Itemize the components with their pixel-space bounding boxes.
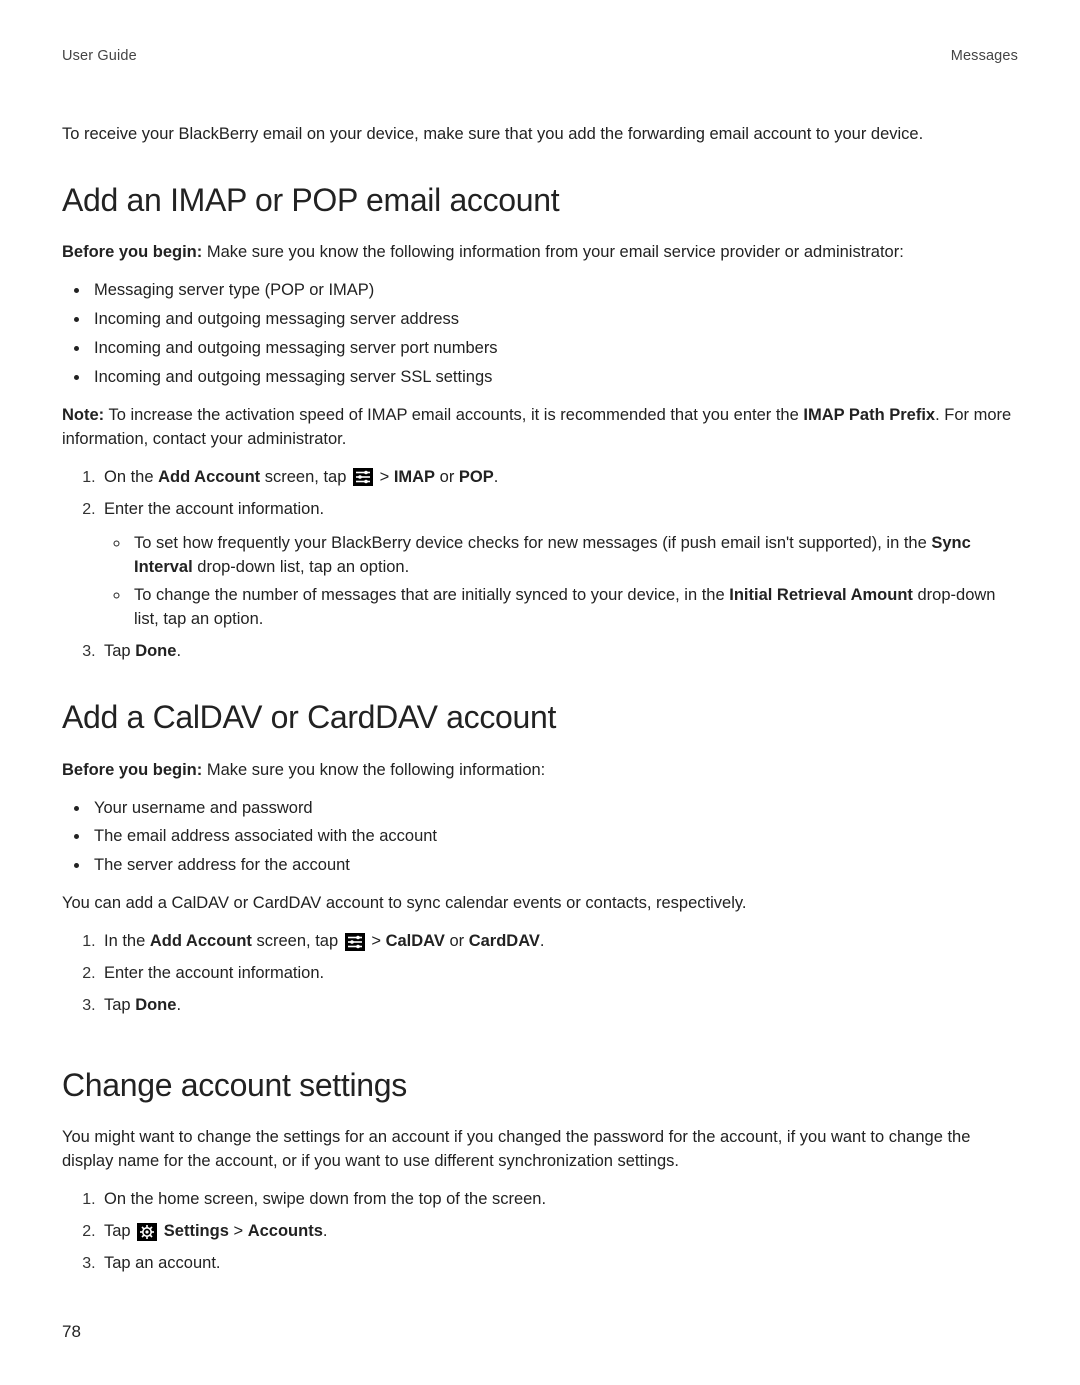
- list-item: Incoming and outgoing messaging server S…: [90, 366, 1018, 390]
- header-right: Messages: [951, 46, 1018, 67]
- page-header: User Guide Messages: [62, 46, 1018, 67]
- list-item: Incoming and outgoing messaging server a…: [90, 308, 1018, 332]
- before-text: Make sure you know the following informa…: [202, 761, 545, 779]
- step-item: Enter the account information. To set ho…: [100, 498, 1018, 633]
- change-paragraph: You might want to change the settings fo…: [62, 1126, 1018, 1174]
- step1-bold1: Add Account: [150, 932, 252, 950]
- step2-bold2: Accounts: [248, 1222, 323, 1240]
- note-bold: IMAP Path Prefix: [803, 406, 935, 424]
- step2-bold1: Settings: [164, 1222, 229, 1240]
- step2-pre: Tap: [104, 1222, 135, 1240]
- step1-mid: screen, tap: [260, 468, 351, 486]
- imap-steps: On the Add Account screen, tap > IMAP or…: [62, 466, 1018, 664]
- list-item: Your username and password: [90, 797, 1018, 821]
- heading-caldav-carddav: Add a CalDAV or CardDAV account: [62, 694, 1018, 740]
- step2-sublist: To set how frequently your BlackBerry de…: [104, 532, 1018, 633]
- sub1-post: drop-down list, tap an option.: [193, 558, 409, 576]
- step-item: In the Add Account screen, tap > CalDAV …: [100, 930, 1018, 954]
- step1-bold1: Add Account: [158, 468, 260, 486]
- step1-gt: >: [380, 468, 394, 486]
- page-number: 78: [62, 1320, 1018, 1345]
- step3-end: .: [176, 996, 181, 1014]
- step1-bold2: IMAP: [394, 468, 435, 486]
- step1-mid: screen, tap: [252, 932, 343, 950]
- before-label: Before you begin:: [62, 761, 202, 779]
- step-item: Tap Done.: [100, 640, 1018, 664]
- sub2-bold: Initial Retrieval Amount: [729, 586, 913, 604]
- list-item: Incoming and outgoing messaging server p…: [90, 337, 1018, 361]
- step1-end: .: [494, 468, 499, 486]
- change-steps: On the home screen, swipe down from the …: [62, 1188, 1018, 1276]
- advanced-settings-icon: [353, 468, 373, 486]
- step-item: On the Add Account screen, tap > IMAP or…: [100, 466, 1018, 490]
- list-item: Messaging server type (POP or IMAP): [90, 279, 1018, 303]
- step1-or: or: [445, 932, 469, 950]
- step-item: On the home screen, swipe down from the …: [100, 1188, 1018, 1212]
- document-page: User Guide Messages To receive your Blac…: [0, 0, 1080, 1385]
- dav-before-you-begin: Before you begin: Make sure you know the…: [62, 759, 1018, 783]
- settings-gear-icon: [137, 1223, 157, 1241]
- step3-bold: Done: [135, 642, 176, 660]
- imap-note: Note: To increase the activation speed o…: [62, 404, 1018, 452]
- imap-prereq-list: Messaging server type (POP or IMAP) Inco…: [62, 279, 1018, 390]
- step-item: Tap Settings > A: [100, 1220, 1018, 1244]
- step-item: Tap an account.: [100, 1252, 1018, 1276]
- step2-gt: >: [229, 1222, 248, 1240]
- list-item: The email address associated with the ac…: [90, 825, 1018, 849]
- step2-end: .: [323, 1222, 328, 1240]
- list-item: To set how frequently your BlackBerry de…: [130, 532, 1018, 580]
- before-label: Before you begin:: [62, 243, 202, 261]
- step3-bold: Done: [135, 996, 176, 1014]
- dav-steps: In the Add Account screen, tap > CalDAV …: [62, 930, 1018, 1018]
- step3-end: .: [176, 642, 181, 660]
- note-text-1: To increase the activation speed of IMAP…: [104, 406, 803, 424]
- dav-prereq-list: Your username and password The email add…: [62, 797, 1018, 879]
- sub1-pre: To set how frequently your BlackBerry de…: [134, 534, 931, 552]
- step1-bold2: CalDAV: [386, 932, 445, 950]
- heading-change-settings: Change account settings: [62, 1062, 1018, 1108]
- before-text: Make sure you know the following informa…: [202, 243, 904, 261]
- step1-or: or: [435, 468, 459, 486]
- dav-usage-paragraph: You can add a CalDAV or CardDAV account …: [62, 892, 1018, 916]
- step1-gt: >: [371, 932, 385, 950]
- step1-end: .: [540, 932, 545, 950]
- step2-text: Enter the account information.: [104, 500, 324, 518]
- sub2-pre: To change the number of messages that ar…: [134, 586, 729, 604]
- list-item: The server address for the account: [90, 854, 1018, 878]
- step1-bold3: POP: [459, 468, 494, 486]
- heading-imap-pop: Add an IMAP or POP email account: [62, 177, 1018, 223]
- step-item: Tap Done.: [100, 994, 1018, 1018]
- step-item: Enter the account information.: [100, 962, 1018, 986]
- note-label: Note:: [62, 406, 104, 424]
- step1-pre: On the: [104, 468, 158, 486]
- step1-bold3: CardDAV: [469, 932, 540, 950]
- step3-pre: Tap: [104, 642, 135, 660]
- advanced-settings-icon: [345, 933, 365, 951]
- step1-pre: In the: [104, 932, 150, 950]
- step3-pre: Tap: [104, 996, 135, 1014]
- header-left: User Guide: [62, 46, 137, 67]
- intro-paragraph: To receive your BlackBerry email on your…: [62, 123, 1018, 147]
- imap-before-you-begin: Before you begin: Make sure you know the…: [62, 241, 1018, 265]
- list-item: To change the number of messages that ar…: [130, 584, 1018, 632]
